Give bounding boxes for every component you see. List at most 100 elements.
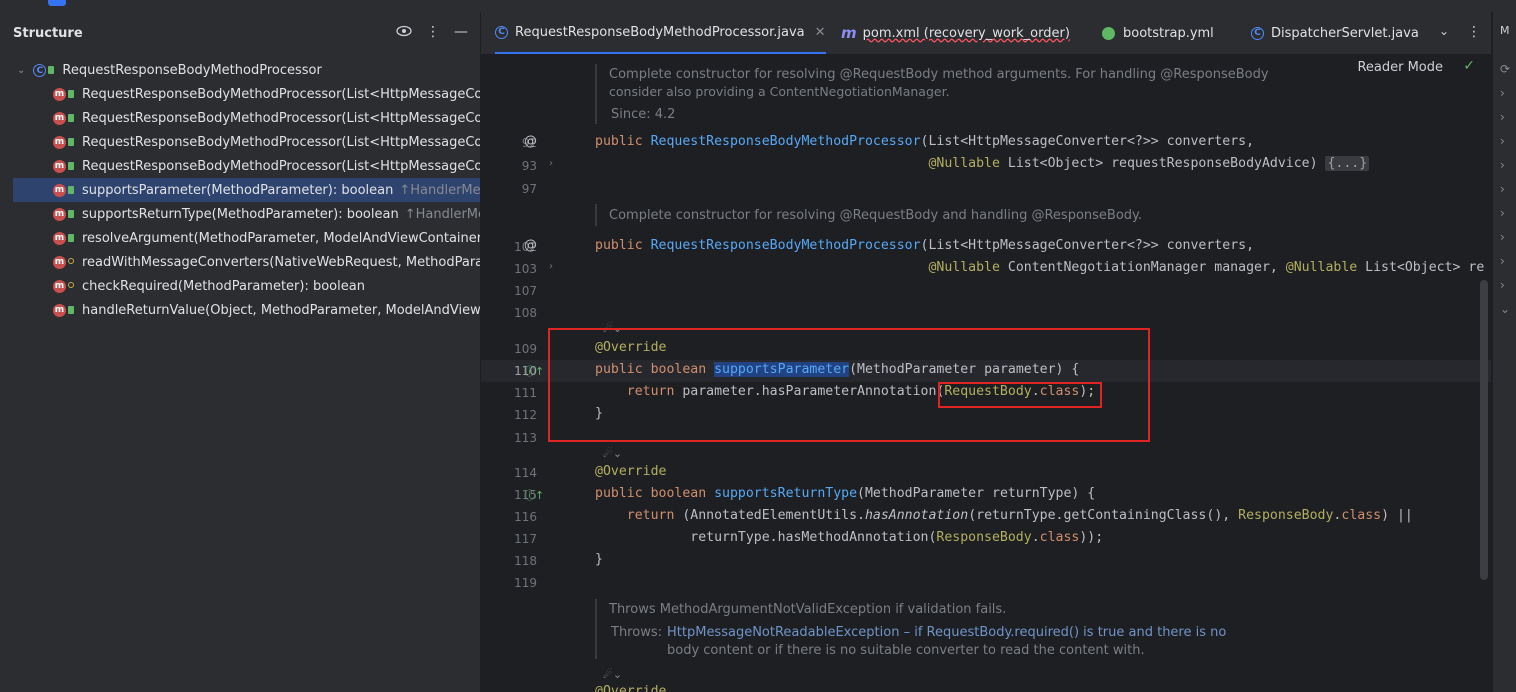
implements-method-icon[interactable]: ⓘ↑ [524, 487, 544, 503]
class-icon: C [495, 25, 508, 39]
chevron-right-icon[interactable]: › [1500, 254, 1505, 268]
refresh-icon[interactable]: ⟳ [1500, 62, 1510, 76]
more-options-icon[interactable]: ⋮ [426, 24, 440, 42]
class-icon: C [1251, 26, 1264, 40]
structure-item[interactable]: m supportsReturnType(MethodParameter): bo… [0, 202, 480, 226]
code-line: @Nullable ContentNegotiationManager mana… [928, 260, 1485, 275]
editor-tabs: C RequestResponseBodyMethodProcessor.jav… [481, 12, 1491, 54]
check-icon: ✓ [1463, 58, 1475, 74]
method-icon: m [53, 207, 66, 221]
tab-label: bootstrap.yml [1123, 25, 1214, 41]
structure-item[interactable]: m RequestResponseBodyMethodProcessor(List… [0, 82, 480, 106]
tab-label: pom.xml (recovery_work_order) [862, 25, 1070, 41]
author-hint-icon[interactable]: ☄⌄ [603, 447, 622, 460]
structure-item-label: readWithMessageConverters(NativeWebReque… [82, 254, 480, 270]
top-strip [0, 0, 1516, 12]
at-marker-icon[interactable]: @ [524, 238, 537, 253]
public-visibility-icon [68, 162, 74, 170]
author-hint-icon[interactable]: ☄⌄ [603, 668, 622, 681]
protected-visibility-icon [68, 281, 74, 288]
structure-item[interactable]: m RequestResponseBodyMethodProcessor(List… [0, 106, 480, 130]
chevron-down-icon[interactable]: ⌄ [1439, 24, 1449, 38]
method-icon: m [53, 279, 66, 293]
protected-visibility-icon [68, 257, 74, 264]
code-line: @Override [595, 684, 667, 692]
doc-line: HttpMessageNotReadableException – if Req… [667, 625, 1227, 640]
code-line: returnType.hasMethodAnnotation(ResponseB… [595, 530, 1104, 545]
structure-item[interactable]: m readWithMessageConverters(NativeWebRequ… [0, 250, 480, 274]
public-visibility-icon [68, 210, 74, 218]
chevron-right-icon[interactable]: › [1500, 206, 1505, 220]
chevron-right-icon[interactable]: › [1500, 182, 1505, 196]
public-visibility-icon [68, 114, 74, 122]
line-number: 113 [514, 431, 537, 445]
doc-line: Throws MethodArgumentNotValidException i… [609, 602, 1007, 617]
reader-mode-button[interactable]: Reader Mode [1357, 60, 1443, 75]
structure-panel: Structure ⋮ — ⌄ C RequestResponseBodyMet… [0, 12, 481, 692]
code-editor[interactable]: Reader Mode ✓ Complete constructor for r… [481, 54, 1491, 692]
line-number: 111 [514, 386, 537, 400]
doc-line: Complete constructor for resolving @Requ… [609, 208, 1143, 223]
chevron-right-icon[interactable]: › [1500, 110, 1505, 124]
structure-item[interactable]: m handleReturnValue(Object, MethodParamet… [0, 298, 480, 322]
more-options-icon[interactable]: ⋮ [1467, 24, 1481, 40]
public-visibility-icon [68, 306, 74, 314]
line-number: 114 [514, 466, 537, 480]
method-icon: m [53, 111, 66, 125]
line-number: 116 [514, 510, 537, 524]
line-number: 117 [514, 532, 537, 546]
chevron-right-icon[interactable]: › [1500, 134, 1505, 148]
chevron-down-icon[interactable]: ⌄ [17, 65, 25, 76]
at-marker-icon[interactable]: @ [524, 134, 537, 149]
fold-icon[interactable]: › [549, 261, 553, 272]
tab-bootstrap-yml[interactable]: bootstrap.yml [1102, 12, 1214, 54]
code-line: return (AnnotatedElementUtils.hasAnnotat… [626, 508, 1413, 523]
chevron-right-icon[interactable]: › [1500, 86, 1505, 100]
code-line: @Nullable List<Object> requestResponseBo… [928, 156, 1370, 171]
tab-request-response-body[interactable]: C RequestResponseBodyMethodProcessor.jav… [495, 12, 826, 54]
structure-item-hint: ↑HandlerMethodReturnValueHandler [404, 206, 480, 222]
tree-root[interactable]: ⌄ C RequestResponseBodyMethodProcessor [0, 58, 480, 82]
tab-label: DispatcherServlet.java [1271, 25, 1419, 41]
method-icon: m [53, 231, 66, 245]
tab-label: RequestResponseBodyMethodProcessor.java [515, 24, 805, 40]
public-visibility-icon [68, 234, 74, 242]
structure-item-label: checkRequired(MethodParameter): boolean [82, 278, 365, 294]
eye-icon[interactable] [396, 24, 412, 42]
method-icon: m [53, 255, 66, 269]
implements-method-icon[interactable]: ⓘ↑ [524, 363, 544, 379]
close-icon[interactable]: ✕ [815, 25, 826, 40]
tab-dispatcher-servlet[interactable]: C DispatcherServlet.java [1251, 12, 1419, 54]
structure-item-label: supportsParameter(MethodParameter): bool… [82, 182, 394, 198]
chevron-down-icon[interactable]: ⌄ [1500, 302, 1510, 316]
highlight-box-requestbody [938, 382, 1102, 408]
structure-item[interactable]: m RequestResponseBodyMethodProcessor(List… [0, 154, 480, 178]
chevron-right-icon[interactable]: › [1500, 230, 1505, 244]
chevron-right-icon[interactable]: › [1500, 158, 1505, 172]
line-number: 93 [521, 159, 537, 173]
structure-item-hint: ↑HandlerMethodArgumentResolver [399, 182, 481, 198]
structure-item[interactable]: m resolveArgument(MethodParameter, ModelA… [0, 226, 480, 250]
editor-scrollbar[interactable] [1480, 280, 1488, 580]
fold-icon[interactable]: › [549, 158, 553, 169]
top-indicator [48, 0, 66, 6]
tab-pom-xml[interactable]: m pom.xml (recovery_work_order) [841, 12, 1070, 54]
structure-item-label: resolveArgument(MethodParameter, ModelAn… [82, 230, 481, 246]
structure-item[interactable]: m supportsParameter(MethodParameter): boo… [13, 178, 480, 202]
maven-tool-icon[interactable]: M [1500, 24, 1510, 37]
line-number: 119 [514, 576, 537, 590]
hide-panel-icon[interactable]: — [454, 24, 468, 42]
doc-bar [595, 599, 597, 659]
public-visibility-icon [68, 186, 74, 194]
structure-item-label: RequestResponseBodyMethodProcessor(List<… [82, 134, 480, 150]
structure-item-label: supportsReturnType(MethodParameter): boo… [82, 206, 399, 222]
code-line: public boolean supportsReturnType(Method… [595, 486, 1096, 501]
doc-line: consider also providing a ContentNegotia… [609, 84, 950, 99]
structure-item-label: RequestResponseBodyMethodProcessor(List<… [82, 158, 480, 174]
structure-header: Structure ⋮ — [0, 12, 480, 54]
doc-line: Throws: [611, 625, 662, 640]
structure-item[interactable]: m RequestResponseBodyMethodProcessor(List… [0, 130, 480, 154]
chevron-right-icon[interactable]: › [1500, 278, 1505, 292]
structure-item[interactable]: m checkRequired(MethodParameter): boolean [0, 274, 480, 298]
maven-icon: m [841, 24, 857, 42]
